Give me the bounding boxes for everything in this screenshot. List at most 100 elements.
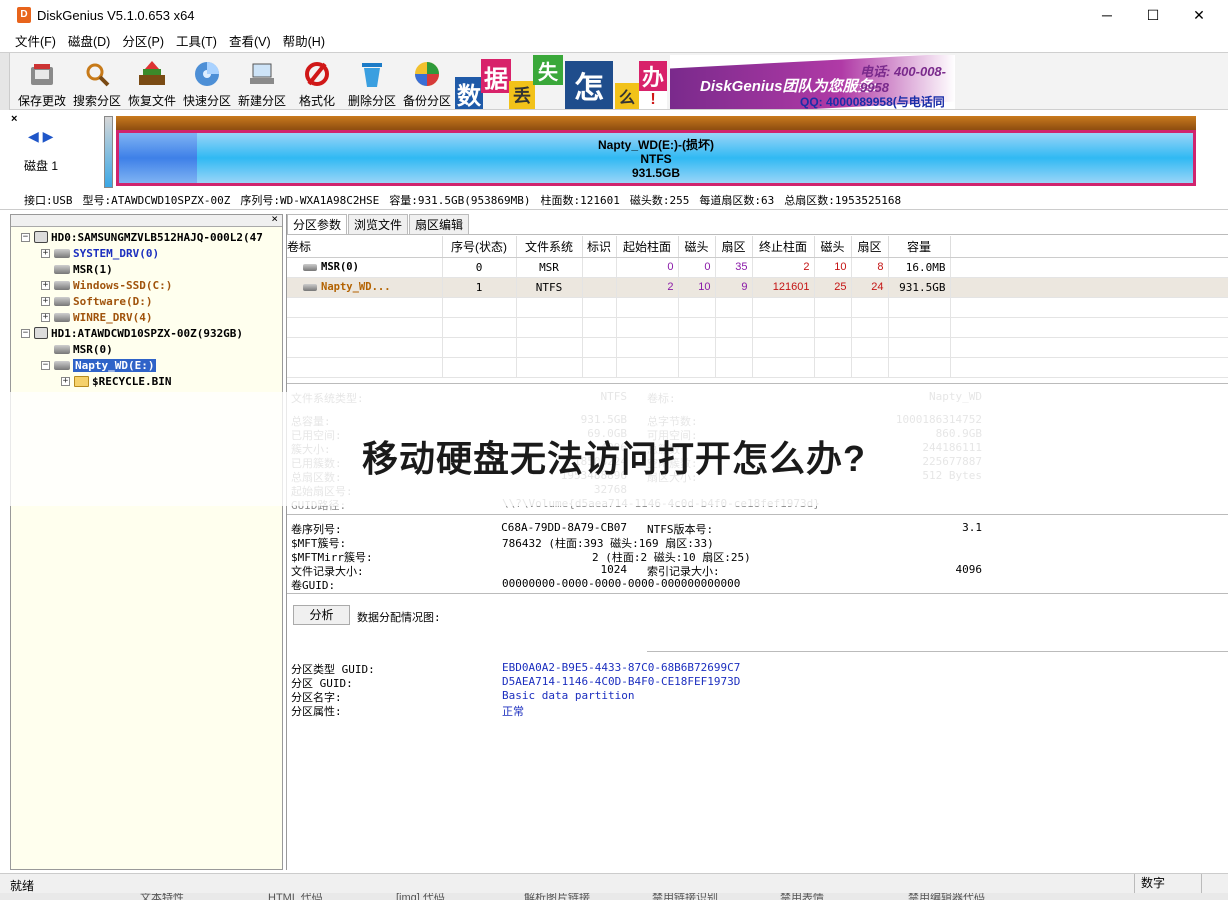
table-cell bbox=[616, 297, 679, 318]
column-header[interactable]: 磁头 bbox=[814, 236, 852, 258]
tab-partition-params[interactable]: 分区参数 bbox=[287, 214, 348, 234]
delete-partition-button[interactable]: 删除分区 bbox=[344, 57, 400, 109]
tree-item[interactable]: MSR(0) bbox=[41, 341, 113, 357]
quick-partition-icon bbox=[192, 59, 222, 89]
tree-item[interactable]: MSR(1) bbox=[41, 261, 113, 277]
partition-icon bbox=[303, 283, 317, 291]
table-row[interactable]: Napty_WD... 1 NTFS 2 10 9 121601 25 24 931.5GB bbox=[287, 277, 1228, 298]
close-icon[interactable]: × bbox=[11, 113, 17, 125]
disk-cylinders: 柱面数:121601 bbox=[540, 193, 620, 207]
menu-help[interactable]: 帮助(H) bbox=[277, 31, 331, 50]
expand-icon[interactable]: + bbox=[41, 296, 50, 306]
column-header[interactable]: 容量 bbox=[888, 236, 951, 258]
disk-map: × ◀ ▶ 磁盘 1 Napty_WD(E:)-(损坏) NTFS 931.5G… bbox=[0, 110, 1228, 190]
table-row[interactable]: MSR(0) 0 MSR 0 0 35 2 10 8 16.0MB bbox=[287, 257, 1228, 278]
minimize-button[interactable]: ─ bbox=[1084, 0, 1130, 30]
analyze-button[interactable]: 分析 bbox=[293, 605, 350, 625]
column-header[interactable]: 扇区 bbox=[851, 236, 889, 258]
tree-item-label: Napty_WD(E:) bbox=[73, 358, 157, 372]
tree-item[interactable]: + Software(D:) bbox=[41, 293, 152, 309]
save-disk-icon bbox=[27, 59, 57, 89]
recover-files-button[interactable]: 恢复文件 bbox=[124, 57, 180, 109]
tree-item[interactable]: − HD1:ATAWDCWD10SPZX-00Z(932GB) bbox=[21, 325, 243, 341]
table-row[interactable] bbox=[287, 337, 1228, 358]
service-banner[interactable]: 数 据 丢 失 怎 么 办 ! DiskGenius团队为您服务: 电话: 40… bbox=[455, 55, 955, 109]
column-header[interactable]: 卷标 bbox=[287, 236, 443, 258]
article-overlay: 移动硬盘无法访问打开怎么办? bbox=[0, 392, 1228, 506]
collapse-icon[interactable]: − bbox=[41, 360, 50, 370]
format-button[interactable]: 格式化 bbox=[289, 57, 345, 109]
table-cell bbox=[616, 357, 679, 378]
folder-icon bbox=[74, 375, 89, 387]
background-toolbar-item: [img] 代码 bbox=[396, 893, 445, 900]
backup-partition-button[interactable]: 备份分区 bbox=[399, 57, 455, 109]
table-cell: 0 bbox=[616, 257, 679, 278]
partition-table: 卷标 序号(状态) 文件系统 标识 起始柱面 磁头 扇区 终止柱面 磁头 扇区 容量 MSR(0) 0… bbox=[287, 236, 1228, 378]
table-cell-filler bbox=[950, 297, 1228, 318]
table-cell bbox=[752, 317, 815, 338]
table-cell bbox=[442, 317, 517, 338]
tree-item-label: MSR(0) bbox=[73, 342, 113, 356]
tree-item[interactable]: + $RECYCLE.BIN bbox=[61, 373, 171, 389]
new-partition-button[interactable]: 新建分区 bbox=[234, 57, 290, 109]
quick-partition-button[interactable]: 快速分区 bbox=[179, 57, 235, 109]
detail-pname: Basic data partition bbox=[502, 689, 635, 702]
column-header[interactable]: 文件系统 bbox=[516, 236, 583, 258]
table-cell bbox=[582, 277, 617, 298]
background-toolbar-item: 文本特性 bbox=[140, 893, 184, 900]
table-cell bbox=[752, 357, 815, 378]
tree-item[interactable]: + Windows-SSD(C:) bbox=[41, 277, 172, 293]
save-changes-button[interactable]: 保存更改 bbox=[14, 57, 70, 109]
maximize-button[interactable]: ☐ bbox=[1130, 0, 1176, 30]
search-partition-button[interactable]: 搜索分区 bbox=[69, 57, 125, 109]
close-icon[interactable]: × bbox=[271, 212, 278, 225]
column-header[interactable]: 终止柱面 bbox=[752, 236, 815, 258]
expand-icon[interactable]: + bbox=[61, 376, 70, 386]
tree-item[interactable]: − HD0:SAMSUNGMZVLB512HAJQ-000L2(47 bbox=[21, 229, 263, 245]
expand-icon[interactable]: + bbox=[41, 280, 50, 290]
tab-sector-edit[interactable]: 扇区编辑 bbox=[409, 214, 470, 234]
table-cell: NTFS bbox=[516, 277, 583, 298]
tree-item[interactable]: − Napty_WD(E:) bbox=[41, 357, 157, 373]
menu-tools[interactable]: 工具(T) bbox=[170, 31, 223, 50]
collapse-icon[interactable]: − bbox=[21, 328, 30, 338]
divider bbox=[287, 383, 1228, 384]
toolbar-grip[interactable] bbox=[0, 53, 10, 110]
expand-icon[interactable]: + bbox=[41, 248, 50, 258]
diskgenius-logo-icon: D bbox=[17, 7, 31, 23]
column-header[interactable]: 标识 bbox=[582, 236, 617, 258]
detail-ntfs-ver: 3.1 bbox=[962, 521, 982, 534]
menu-view[interactable]: 查看(V) bbox=[223, 31, 277, 50]
menu-disk[interactable]: 磁盘(D) bbox=[62, 31, 116, 50]
tree-item-label: SYSTEM_DRV(0) bbox=[73, 246, 160, 260]
menu-file[interactable]: 文件(F) bbox=[9, 31, 62, 50]
table-cell bbox=[582, 337, 617, 358]
banner-char: 办 bbox=[639, 61, 667, 91]
tree-item[interactable]: + WINRE_DRV(4) bbox=[41, 309, 152, 325]
table-cell: 8 bbox=[851, 257, 889, 278]
partition-block[interactable]: Napty_WD(E:)-(损坏) NTFS 931.5GB bbox=[116, 130, 1196, 186]
table-row[interactable] bbox=[287, 297, 1228, 318]
table-cell bbox=[715, 337, 753, 358]
table-cell bbox=[582, 257, 617, 278]
collapse-icon[interactable]: − bbox=[21, 232, 30, 242]
expand-icon[interactable]: + bbox=[41, 312, 50, 322]
table-row[interactable] bbox=[287, 317, 1228, 338]
menu-partition[interactable]: 分区(P) bbox=[116, 31, 170, 50]
chevron-left-icon[interactable]: ◀ bbox=[28, 128, 39, 144]
table-row[interactable] bbox=[287, 357, 1228, 378]
background-editor-strip: 文本特性 HTML 代码 [img] 代码 解析图片链接 禁用链接识别 禁用表情 禁用编辑器… bbox=[0, 893, 1228, 900]
chevron-right-icon[interactable]: ▶ bbox=[43, 128, 54, 144]
column-header[interactable]: 磁头 bbox=[678, 236, 716, 258]
column-header[interactable]: 序号(状态) bbox=[442, 236, 517, 258]
partition-icon bbox=[54, 248, 70, 258]
close-button[interactable]: ✕ bbox=[1176, 0, 1222, 30]
tree-item[interactable]: + SYSTEM_DRV(0) bbox=[41, 245, 159, 261]
tab-browse-files[interactable]: 浏览文件 bbox=[348, 214, 409, 234]
disk-info-bar: 接口:USB 型号:ATAWDCWD10SPZX-00Z 序列号:WD-WXA1… bbox=[0, 190, 1228, 210]
disk-tree-panel: × − HD0:SAMSUNGMZVLB512HAJQ-000L2(47 + SYST… bbox=[10, 212, 283, 870]
tree-item-label: HD0:SAMSUNGMZVLB512HAJQ-000L2(47 bbox=[51, 230, 263, 244]
column-header[interactable]: 扇区 bbox=[715, 236, 753, 258]
column-header[interactable]: 起始柱面 bbox=[616, 236, 679, 258]
partition-icon bbox=[54, 312, 70, 322]
